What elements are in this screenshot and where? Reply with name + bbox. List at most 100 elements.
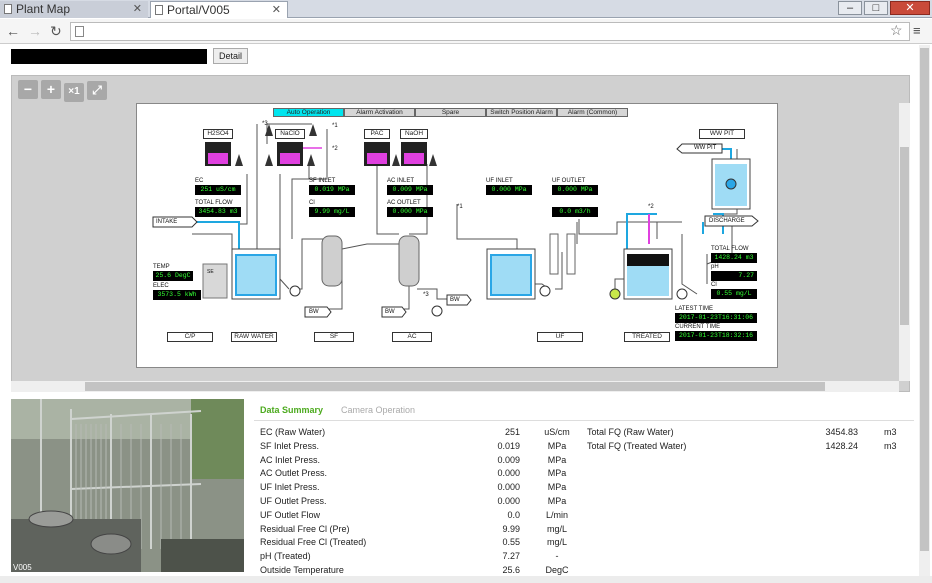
page-vertical-scrollbar[interactable]: [919, 45, 930, 577]
uf-outlet-label: UF OUTLET: [552, 178, 586, 184]
tab-label: Portal/V005: [167, 3, 230, 17]
chemical-label-naclo: NaClO: [275, 129, 305, 139]
scroll-thumb[interactable]: [85, 382, 825, 391]
menu-icon[interactable]: ≡: [913, 23, 921, 38]
table-row: SF Inlet Press. 0.019 MPa: [260, 440, 590, 453]
total-flow-in-value: 3454.83 m3: [195, 207, 241, 217]
viewer-vertical-scrollbar[interactable]: [899, 103, 910, 381]
tab-camera-operation[interactable]: Camera Operation: [341, 405, 415, 415]
uf-flow-value: 0.0 m3/h: [552, 207, 598, 217]
zoom-toolbar: − + ×1 ⤢: [18, 80, 110, 102]
ww-pit-tag: WW PIT: [694, 145, 717, 151]
back-arrow-icon[interactable]: ←: [6, 23, 20, 39]
ac-inlet-label: AC INLET: [387, 178, 415, 184]
section-uf: UF: [537, 332, 583, 342]
bookmark-star-icon[interactable]: ☆: [890, 22, 903, 39]
elec-label: ELEC: [153, 283, 169, 289]
forward-arrow-icon[interactable]: →: [28, 23, 42, 39]
row-name: EC (Raw Water): [260, 427, 326, 437]
maximize-button[interactable]: □: [864, 1, 888, 15]
ac-inlet-value: 0.009 MPa: [387, 185, 433, 195]
cl-out-value: 0.55 mg/L: [711, 289, 757, 299]
sf-inlet-value: 0.019 MPa: [309, 185, 355, 195]
close-tab-icon[interactable]: ✕: [272, 2, 281, 18]
control-panel-label: SE: [207, 269, 214, 275]
camera-image: [11, 399, 244, 572]
row-name: AC Outlet Press.: [260, 468, 328, 479]
intake-label: INTAKE: [156, 219, 178, 225]
row-value: 0.000: [497, 496, 520, 506]
cl-sf-value: 9.99 mg/L: [309, 207, 355, 217]
current-time-label: CURRENT TIME: [675, 324, 721, 330]
row-name: SF Inlet Press.: [260, 440, 320, 451]
url-input[interactable]: [70, 22, 910, 41]
close-window-button[interactable]: ✕: [890, 1, 930, 15]
uf-outlet-value: 0.000 MPa: [552, 185, 598, 195]
ac-outlet-value: 0.000 MPa: [387, 207, 433, 217]
scroll-thumb[interactable]: [920, 48, 929, 551]
detail-button[interactable]: Detail: [213, 48, 248, 64]
row-value: 9.99: [502, 523, 520, 534]
minimize-button[interactable]: –: [838, 1, 862, 15]
cl-out-label: Cl: [711, 282, 717, 288]
tab-label: Plant Map: [16, 2, 71, 16]
ac-outlet-label: AC OUTLET: [387, 200, 421, 206]
current-time-value: 2017-01-23T18:32:16: [675, 331, 757, 341]
elec-value: 3573.5 kWh: [153, 290, 201, 300]
latest-time-value: 2017-01-23T16:31:06: [675, 313, 757, 323]
row-name: Residual Free Cl (Pre): [260, 523, 350, 534]
table-row: AC Inlet Press. 0.009 MPa: [260, 454, 590, 467]
backwash-label: BW: [450, 297, 460, 303]
ph-label: pH: [711, 264, 719, 270]
row-value: 0.009: [497, 454, 520, 465]
zoom-reset-button[interactable]: ×1: [64, 83, 84, 102]
zoom-out-button[interactable]: −: [18, 80, 38, 99]
section-treated: TREATED: [624, 332, 670, 342]
row-value: 251: [504, 427, 520, 437]
ec-value: 251 uS/cm: [195, 185, 241, 195]
tab-data-summary[interactable]: Data Summary: [260, 405, 323, 415]
zoom-in-button[interactable]: +: [41, 80, 61, 99]
table-row: Total FQ (Treated Water) 1428.24 m3: [587, 440, 907, 453]
close-tab-icon[interactable]: ✕: [133, 1, 142, 17]
row-value: 0.000: [497, 482, 520, 493]
row-name: Total FQ (Treated Water): [587, 440, 687, 451]
bottom-toolbar: [0, 576, 932, 583]
page-icon: [4, 4, 12, 14]
reload-icon[interactable]: ↻: [50, 23, 62, 40]
section-sf: SF: [314, 332, 354, 342]
row-value: 0.0: [507, 509, 520, 520]
marker-label: *1: [332, 123, 338, 129]
tab-portal-v005[interactable]: Portal/V005 ✕: [150, 1, 288, 18]
section-ac: AC: [392, 332, 432, 342]
cl-sf-label: Cl: [309, 200, 315, 206]
table-row: Residual Free Cl (Treated) 0.55 mg/L: [260, 536, 590, 549]
page-icon: [155, 5, 163, 15]
latest-time-label: LATEST TIME: [675, 306, 714, 312]
table-row: EC (Raw Water) 251 uS/cm: [260, 426, 590, 439]
tab-plant-map[interactable]: Plant Map ✕: [0, 1, 148, 18]
row-unit: m3: [884, 440, 897, 451]
process-diagram: Auto Operation Alarm Activation Spare Sw…: [136, 103, 778, 368]
table-row: UF Outlet Flow 0.0 L/min: [260, 509, 590, 522]
fit-to-window-button[interactable]: ⤢: [87, 81, 107, 100]
uf-inlet-label: UF INLET: [486, 178, 513, 184]
row-unit: MPa: [547, 482, 567, 493]
camera-caption: V005: [13, 563, 32, 572]
redacted-title: [11, 49, 207, 64]
viewer-horizontal-scrollbar[interactable]: [11, 381, 899, 392]
row-name: Total FQ (Raw Water): [587, 427, 674, 437]
scroll-thumb[interactable]: [900, 147, 909, 325]
row-unit: m3: [884, 427, 897, 437]
row-name: UF Inlet Press.: [260, 482, 320, 493]
row-value: 7.27: [502, 551, 520, 562]
table-row: Residual Free Cl (Pre) 9.99 mg/L: [260, 523, 590, 536]
row-name: UF Outlet Flow: [260, 509, 321, 520]
camera-feed[interactable]: V005: [11, 399, 244, 572]
address-bar: ← → ↻ ☆ ≡: [0, 19, 932, 44]
row-unit: MPa: [547, 454, 567, 465]
row-unit: L/min: [545, 509, 568, 520]
chemical-label-naoh: NaOH: [400, 129, 428, 139]
chemical-label-pac: PAC: [364, 129, 390, 139]
total-flow-out-label: TOTAL FLOW: [711, 246, 749, 252]
